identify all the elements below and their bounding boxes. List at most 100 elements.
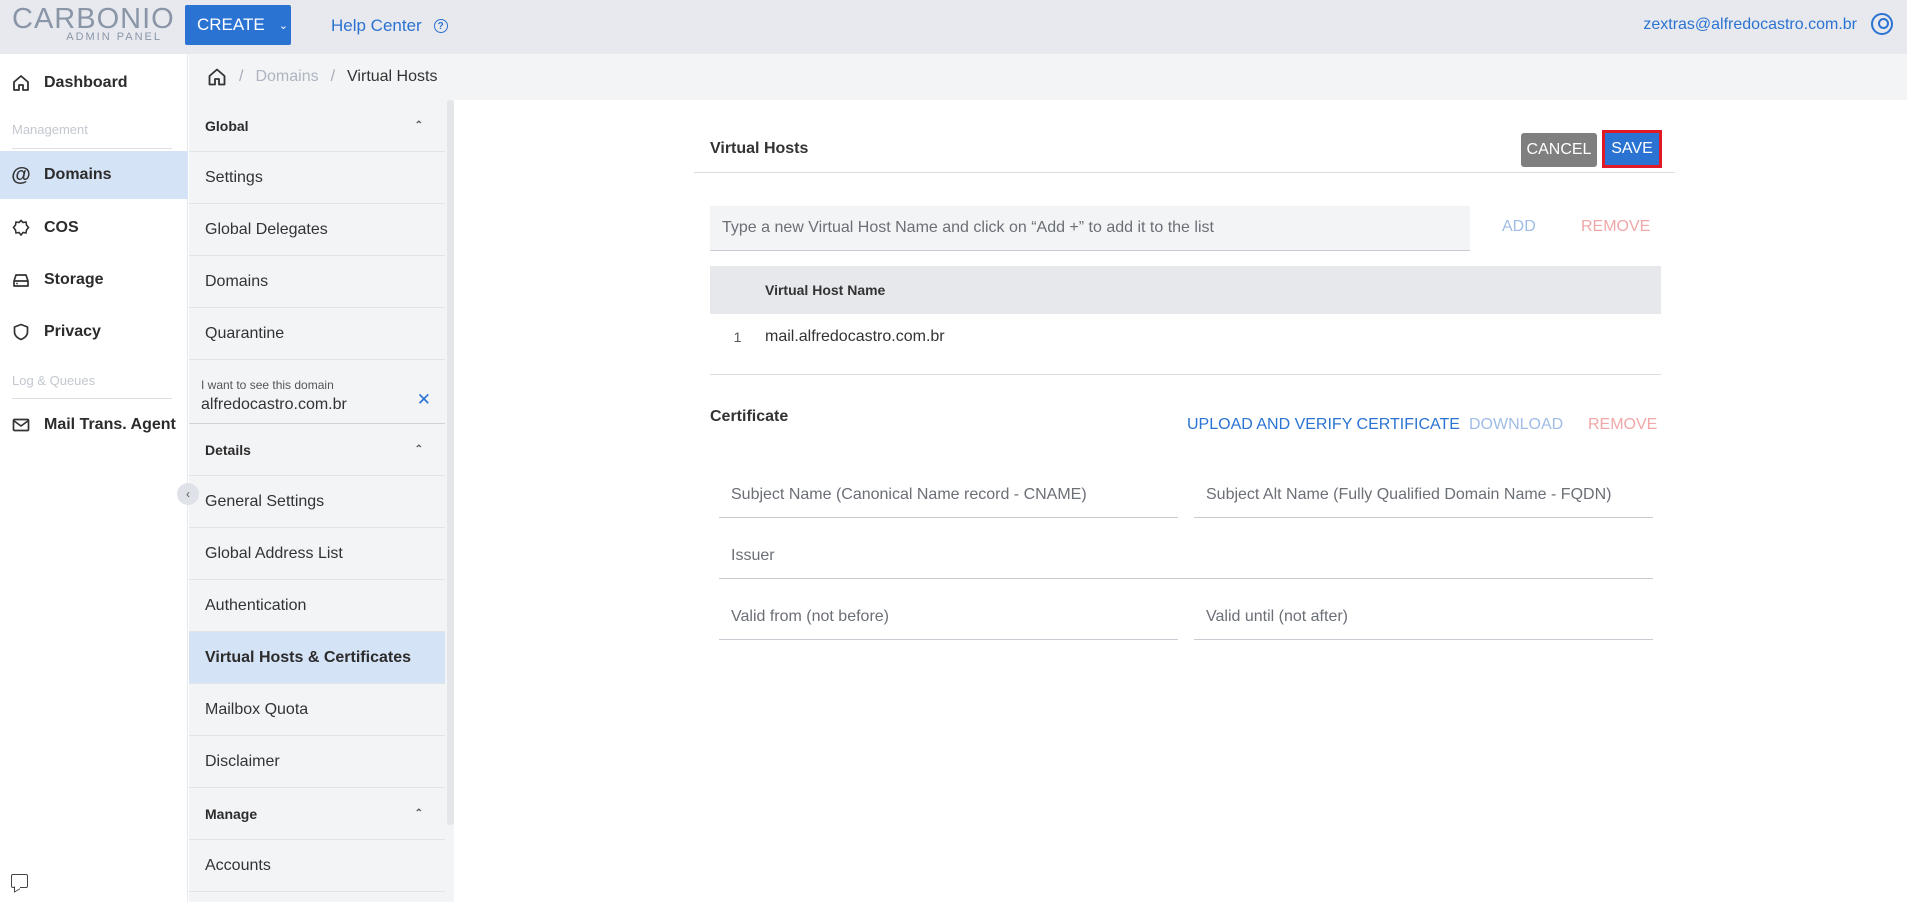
subnav-item-label: Mailbox Quota — [205, 700, 309, 718]
close-icon[interactable]: ✕ — [417, 390, 431, 410]
subnav-item-label: General Settings — [205, 492, 325, 510]
nav-privacy[interactable]: Privacy — [0, 309, 188, 355]
domain-filter[interactable]: I want to see this domain alfredocastro.… — [189, 360, 445, 424]
nav-dashboard-label: Dashboard — [44, 74, 128, 91]
nav-mail-transfer-agent[interactable]: Mail Trans. Agent — [0, 402, 188, 448]
subject-name-field[interactable]: Subject Name (Canonical Name record - CN… — [719, 472, 1178, 518]
add-virtual-host-button[interactable]: ADD — [1502, 218, 1536, 236]
at-icon: @ — [11, 163, 31, 186]
subnav-item-global-address-list[interactable]: Global Address List — [189, 528, 445, 580]
details-section-header[interactable]: Details ⌃ — [189, 424, 445, 476]
help-center-label: Help Center — [331, 16, 422, 35]
subnav-item-label: Virtual Hosts & Certificates — [205, 648, 411, 666]
subnav-item-accounts[interactable]: Accounts — [189, 840, 445, 892]
save-button[interactable]: SAVE — [1602, 130, 1662, 168]
create-label: CREATE — [197, 15, 265, 34]
table-row[interactable]: 1 mail.alfredocastro.com.br — [710, 314, 1661, 360]
column-virtual-host-name: Virtual Host Name — [765, 282, 886, 298]
global-section-header[interactable]: Global ⌃ — [189, 100, 445, 152]
nav-dashboard[interactable]: Dashboard — [0, 60, 188, 106]
subnav-item-quarantine[interactable]: Quarantine — [189, 308, 445, 360]
chevron-up-icon: ⌃ — [414, 120, 423, 131]
nav-storage[interactable]: Storage — [0, 257, 188, 303]
user-account-icon[interactable] — [1871, 13, 1893, 35]
remove-virtual-host-button[interactable]: REMOVE — [1581, 218, 1650, 236]
remove-certificate-button[interactable]: REMOVE — [1588, 416, 1657, 434]
subnav-item-label: Settings — [205, 168, 263, 186]
subnav-item-label: Quarantine — [205, 324, 285, 342]
top-bar: CARBONIO ADMIN PANEL CREATE ⌄ Help Cente… — [0, 0, 1907, 54]
carbonio-logo[interactable]: CARBONIO ADMIN PANEL — [12, 3, 175, 44]
user-email[interactable]: zextras@alfredocastro.com.br — [1643, 16, 1857, 34]
details-header-label: Details — [205, 441, 251, 458]
domain-filter-value[interactable]: alfredocastro.com.br — [201, 396, 445, 414]
breadcrumb-domains[interactable]: Domains — [255, 68, 318, 86]
home-icon — [10, 74, 32, 92]
chevron-down-icon: ⌄ — [278, 19, 288, 32]
valid-until-field[interactable]: Valid until (not after) — [1194, 594, 1653, 640]
divider — [694, 172, 1675, 173]
manage-section-header[interactable]: Manage ⌃ — [189, 788, 445, 840]
question-icon: ? — [433, 19, 448, 33]
chevron-left-icon: ‹ — [186, 487, 190, 501]
subnav-item-label: Global Address List — [205, 544, 343, 562]
nav-domains-label: Domains — [44, 166, 112, 183]
subnav-item-global-delegates[interactable]: Global Delegates — [189, 204, 445, 256]
manage-header-label: Manage — [205, 805, 258, 822]
section-log-queues: Log & Queues — [12, 373, 96, 388]
nav-privacy-label: Privacy — [44, 323, 101, 340]
virtual-hosts-title: Virtual Hosts — [710, 140, 809, 157]
subnav-item-authentication[interactable]: Authentication — [189, 580, 445, 632]
domain-filter-label: I want to see this domain — [201, 378, 334, 392]
subnav-item-virtual-hosts-certificates[interactable]: Virtual Hosts & Certificates — [189, 632, 445, 684]
section-management: Management — [12, 122, 88, 137]
domain-sidebar: Global ⌃ Settings Global Delegates Domai… — [189, 100, 454, 902]
chevron-up-icon: ⌃ — [414, 808, 423, 819]
subnav-item-label: Domains — [205, 272, 269, 290]
divider — [12, 148, 172, 149]
row-number: 1 — [733, 329, 742, 345]
field-label: Subject Name (Canonical Name record - CN… — [731, 485, 1087, 503]
valid-from-field[interactable]: Valid from (not before) — [719, 594, 1178, 640]
logo-text: CARBONIO — [12, 3, 175, 35]
subnav-item-label: Global Delegates — [205, 220, 328, 238]
home-icon[interactable] — [207, 67, 227, 87]
issuer-field[interactable]: Issuer — [719, 533, 1653, 579]
nav-cos[interactable]: COS — [0, 205, 188, 251]
subnav-item-label: Disclaimer — [205, 752, 280, 770]
upload-verify-certificate-button[interactable]: UPLOAD AND VERIFY CERTIFICATE — [1187, 416, 1460, 434]
field-label: Issuer — [731, 546, 775, 564]
create-button[interactable]: CREATE ⌄ — [185, 5, 291, 45]
subnav-item-domains[interactable]: Domains — [189, 256, 445, 308]
divider — [12, 398, 172, 399]
table-header: Virtual Host Name — [710, 266, 1661, 314]
subnav-item-settings[interactable]: Settings — [189, 152, 445, 204]
subnav-item-mailbox-quota[interactable]: Mailbox Quota — [189, 684, 445, 736]
sidebar-scrollbar[interactable] — [447, 100, 454, 825]
download-certificate-button[interactable]: DOWNLOAD — [1469, 416, 1563, 434]
nav-mta-label: Mail Trans. Agent — [44, 416, 176, 433]
subnav-item-label: Authentication — [205, 596, 307, 614]
subnav-item-disclaimer[interactable]: Disclaimer — [189, 736, 445, 788]
breadcrumb-separator: / — [330, 68, 336, 85]
storage-icon — [10, 271, 32, 289]
virtual-host-name: mail.alfredocastro.com.br — [765, 328, 945, 345]
help-center-link[interactable]: Help Center ? — [331, 16, 448, 36]
shield-icon — [10, 323, 32, 341]
field-label: Valid until (not after) — [1206, 607, 1348, 625]
logo-subtext: ADMIN PANEL — [66, 31, 162, 43]
chat-icon[interactable] — [11, 874, 28, 888]
cancel-button[interactable]: CANCEL — [1521, 133, 1597, 167]
virtual-host-input[interactable] — [710, 206, 1470, 251]
nav-cos-label: COS — [44, 219, 79, 236]
field-label: Subject Alt Name (Fully Qualified Domain… — [1206, 485, 1612, 503]
nav-storage-label: Storage — [44, 271, 104, 288]
mail-icon — [10, 417, 32, 433]
divider — [710, 374, 1661, 375]
nav-domains[interactable]: @ Domains — [0, 151, 188, 199]
certificate-title: Certificate — [710, 408, 789, 425]
breadcrumb-separator: / — [239, 68, 244, 85]
collapse-sidebar-button[interactable]: ‹ — [177, 483, 199, 505]
subject-alt-name-field[interactable]: Subject Alt Name (Fully Qualified Domain… — [1194, 472, 1653, 518]
subnav-item-general-settings[interactable]: General Settings — [189, 476, 445, 528]
